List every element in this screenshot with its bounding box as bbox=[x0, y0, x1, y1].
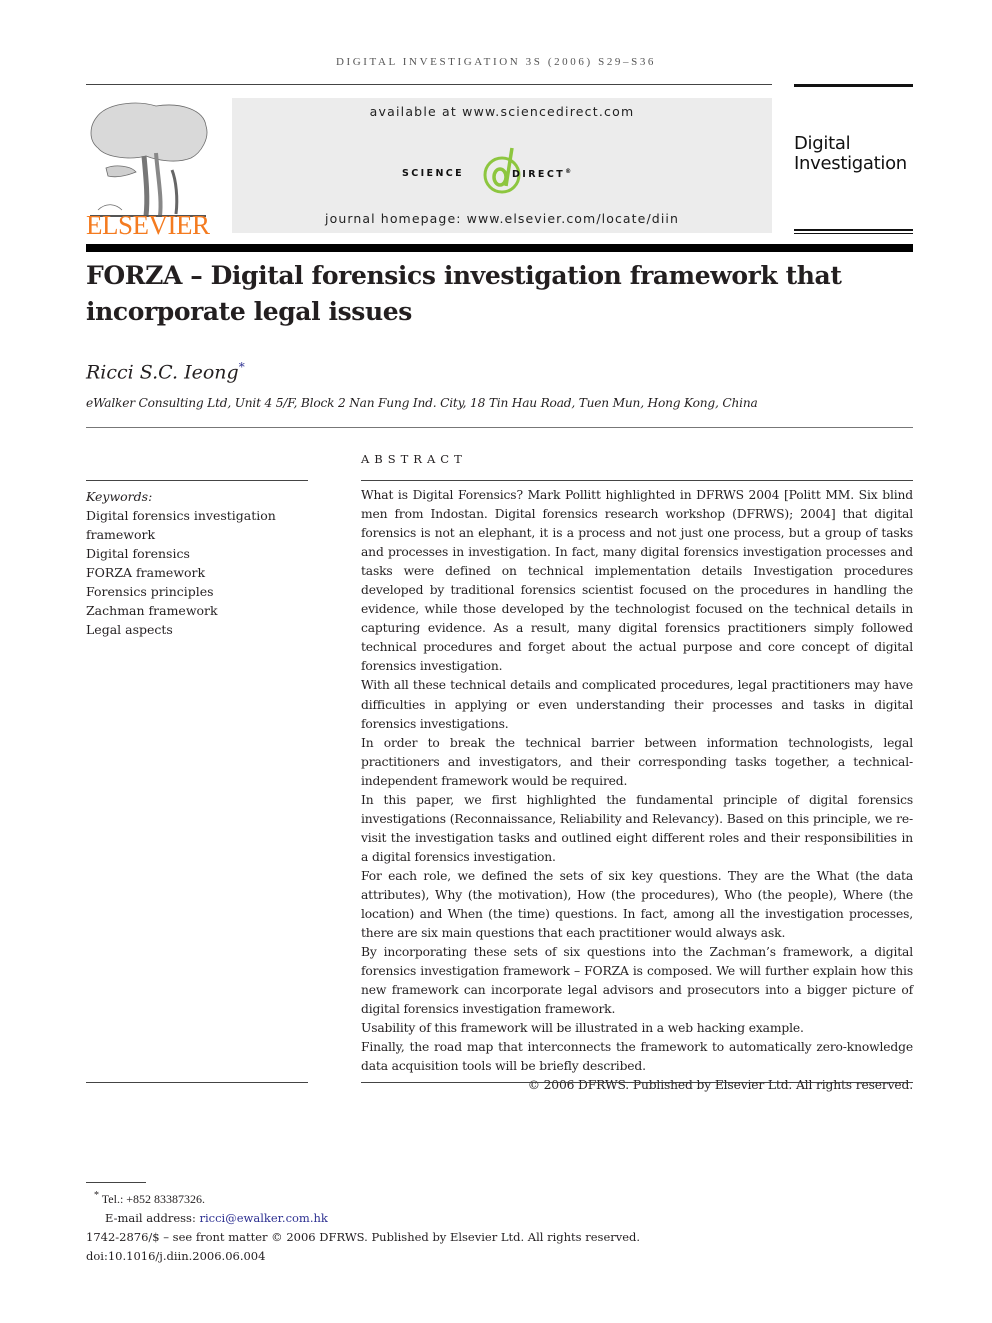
header-rule bbox=[86, 84, 772, 85]
keywords-rule-top bbox=[86, 480, 308, 481]
journal-logo-rule-bottom-thin bbox=[794, 233, 913, 234]
registered-mark: ® bbox=[565, 168, 572, 175]
keyword-item: Digital forensics bbox=[86, 546, 190, 561]
keywords-label: Keywords: bbox=[86, 489, 153, 504]
abstract-paragraph: By incorporating these sets of six quest… bbox=[361, 945, 913, 1017]
keyword-item: Zachman framework bbox=[86, 603, 218, 618]
sciencedirect-right-text: DIRECT® bbox=[512, 168, 571, 180]
keyword-item: FORZA framework bbox=[86, 565, 206, 580]
keywords-box: Keywords: Digital forensics investigatio… bbox=[86, 487, 308, 639]
email-label: E-mail address: bbox=[105, 1211, 200, 1225]
journal-logo[interactable]: Digital Investigation bbox=[794, 134, 907, 174]
abstract-body: What is Digital Forensics? Mark Pollitt … bbox=[361, 486, 913, 1096]
author-footnote-mark[interactable]: * bbox=[239, 360, 245, 374]
available-at-link[interactable]: available at www.sciencedirect.com bbox=[232, 104, 772, 119]
keywords-rule-bottom bbox=[86, 1082, 308, 1083]
footnotes: * Tel.: +852 83387326. E-mail address: r… bbox=[86, 1186, 640, 1266]
author-affiliation: eWalker Consulting Ltd, Unit 4 5/F, Bloc… bbox=[86, 396, 758, 410]
sciencedirect-logo[interactable]: SCIENCE DIRECT® bbox=[400, 146, 610, 196]
keyword-item: Legal aspects bbox=[86, 622, 173, 637]
journal-logo-line1: Digital bbox=[794, 133, 851, 154]
abstract-rule-bottom bbox=[361, 1082, 913, 1083]
abstract-heading: ABSTRACT bbox=[361, 452, 467, 466]
journal-logo-rule-top bbox=[794, 84, 913, 87]
sciencedirect-left-text: SCIENCE bbox=[402, 168, 465, 179]
journal-logo-rule-bottom bbox=[794, 229, 913, 231]
abstract-copyright: © 2006 DFRWS. Published by Elsevier Ltd.… bbox=[527, 1078, 913, 1093]
author-name-text: Ricci S.C. Ieong bbox=[86, 361, 239, 384]
email-link[interactable]: ricci@ewalker.com.hk bbox=[199, 1211, 327, 1225]
footnote-tel: * Tel.: +852 83387326. bbox=[86, 1186, 640, 1209]
abstract-paragraph: In order to break the technical barrier … bbox=[361, 735, 913, 788]
doi[interactable]: doi:10.1016/j.diin.2006.06.004 bbox=[86, 1247, 640, 1266]
elsevier-wordmark[interactable]: Elsevier bbox=[86, 210, 210, 241]
affiliation-rule bbox=[86, 427, 913, 428]
footnote-rule bbox=[86, 1182, 146, 1183]
article-title: FORZA – Digital forensics investigation … bbox=[86, 261, 842, 326]
sciencedirect-direct-word: DIRECT bbox=[512, 169, 566, 181]
footnote-tel-text: Tel.: +852 83387326. bbox=[101, 1192, 206, 1206]
journal-homepage-link[interactable]: journal homepage: www.elsevier.com/locat… bbox=[232, 211, 772, 226]
header-heavy-bar bbox=[86, 244, 913, 252]
footnote-email: E-mail address: ricci@ewalker.com.hk bbox=[86, 1209, 640, 1228]
abstract-paragraph: For each role, we defined the sets of si… bbox=[361, 868, 913, 941]
abstract-paragraph: With all these technical details and com… bbox=[361, 678, 913, 731]
front-matter: 1742-2876/$ – see front matter © 2006 DF… bbox=[86, 1230, 641, 1244]
author-name: Ricci S.C. Ieong* bbox=[86, 360, 245, 383]
running-head: Digital Investigation 3S (2006) S29–S36 bbox=[335, 56, 657, 68]
abstract-paragraph: Finally, the road map that interconnects… bbox=[361, 1040, 913, 1074]
footnote-mark: * bbox=[94, 1190, 99, 1201]
abstract-paragraph: Usability of this framework will be illu… bbox=[361, 1021, 804, 1036]
keyword-item: Digital forensics investigation framewor… bbox=[86, 508, 276, 542]
journal-logo-line2: Investigation bbox=[794, 153, 907, 174]
abstract-paragraph: What is Digital Forensics? Mark Pollitt … bbox=[361, 488, 913, 674]
abstract-paragraph: In this paper, we first highlighted the … bbox=[361, 792, 913, 864]
abstract-rule-top bbox=[361, 480, 913, 481]
keyword-item: Forensics principles bbox=[86, 584, 214, 599]
